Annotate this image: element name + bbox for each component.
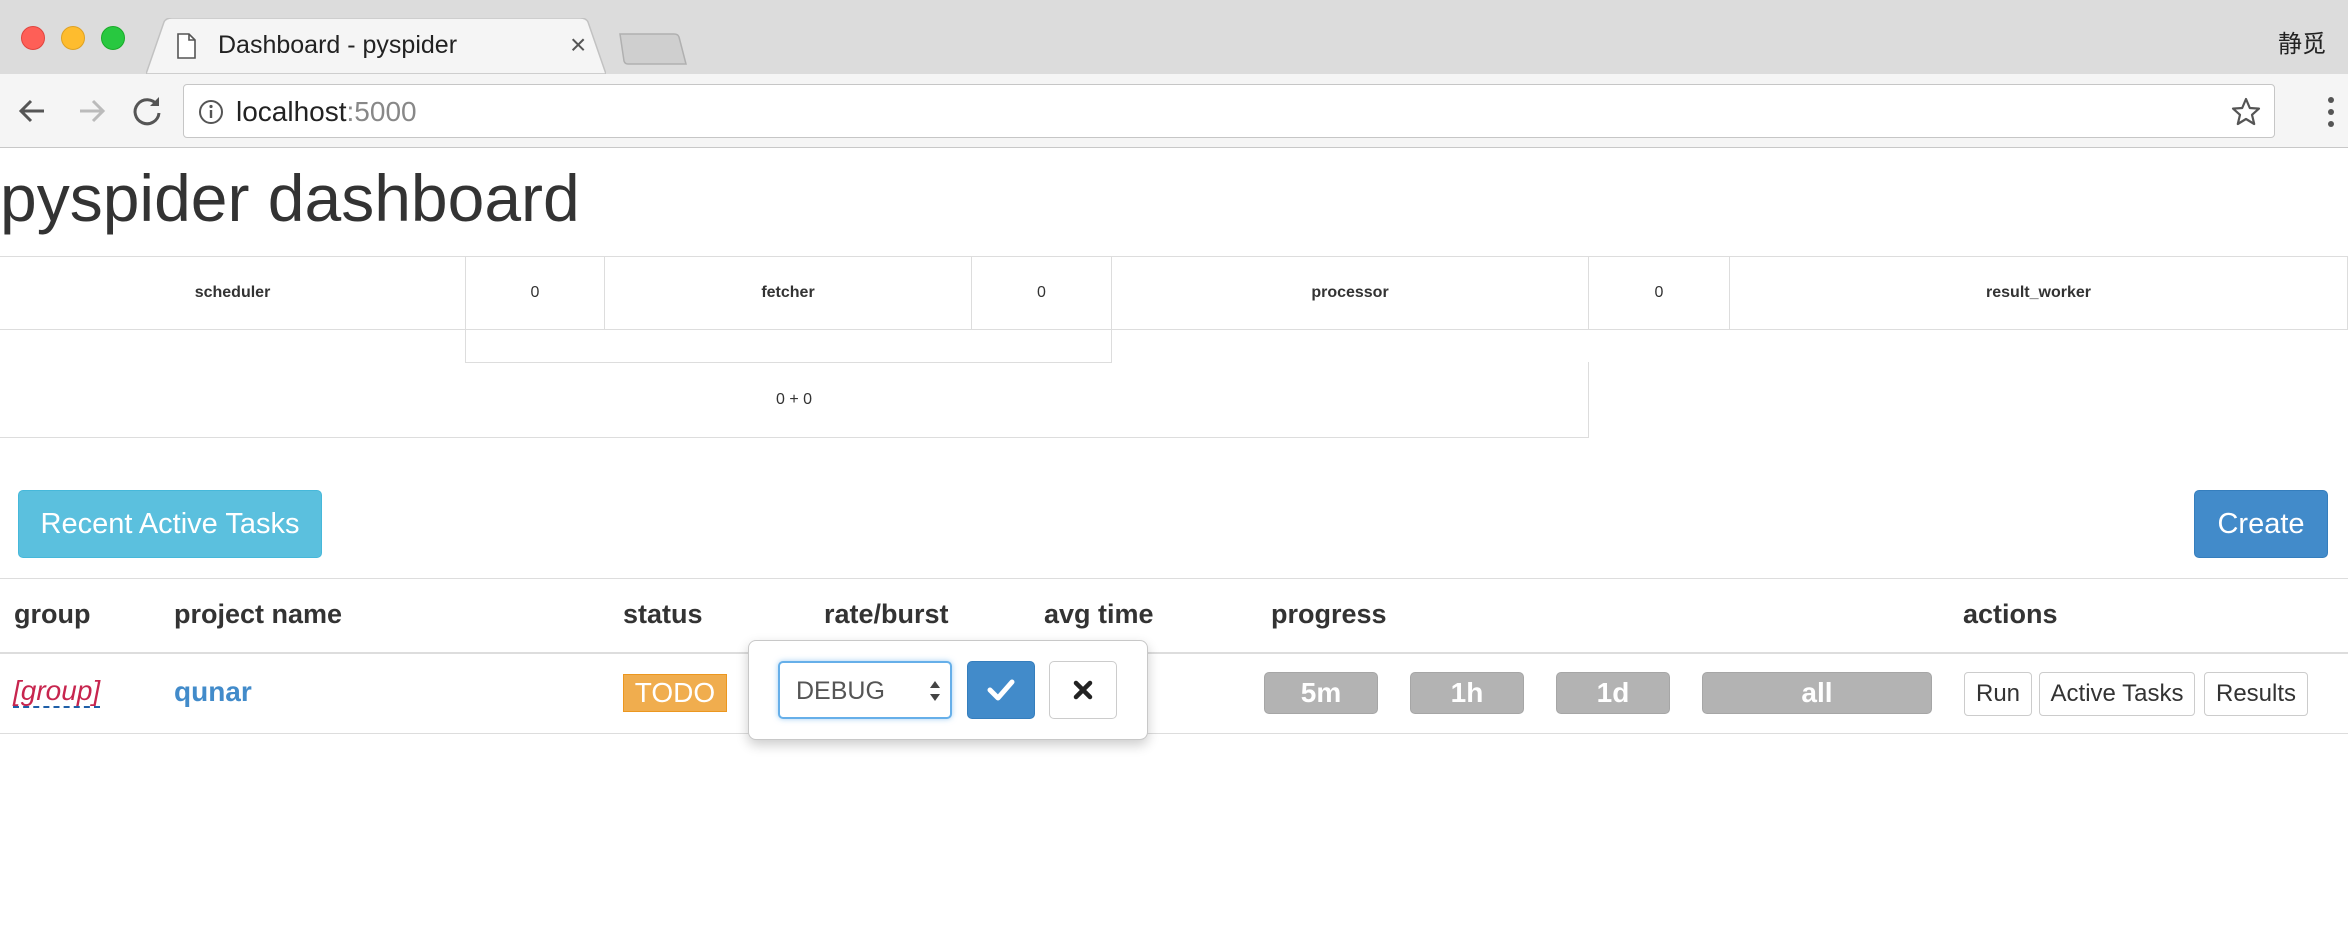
cancel-button[interactable] (1049, 661, 1117, 719)
confirm-button[interactable] (967, 661, 1035, 719)
status-select-value: DEBUG (796, 677, 885, 705)
new-tab-button[interactable] (618, 32, 688, 66)
progress-1h[interactable]: 1h (1410, 672, 1524, 714)
status-badge[interactable]: TODO (623, 674, 727, 712)
tab-title: Dashboard - pyspider (218, 31, 458, 59)
result-worker-label: result_worker (1729, 256, 2348, 330)
header-project-name: project name (174, 599, 343, 629)
processor-value: 0 (1588, 256, 1730, 330)
close-window-button[interactable] (21, 26, 45, 50)
group-editable-link[interactable]: [group] (13, 676, 101, 708)
header-avg-time: avg time (1044, 599, 1154, 629)
run-button[interactable]: Run (1964, 672, 2032, 716)
status-edit-popover: DEBUG (726, 640, 1148, 740)
close-x-icon (1073, 680, 1093, 700)
stats-summary: 0 + 0 (0, 362, 1589, 438)
profile-name[interactable]: 静觅 (2278, 24, 2326, 59)
progress-all[interactable]: all (1702, 672, 1932, 714)
browser-toolbar: localhost:5000 (0, 74, 2348, 148)
bookmark-star-icon[interactable] (2230, 96, 2262, 128)
reload-icon[interactable] (128, 92, 166, 130)
recent-active-tasks-button[interactable]: Recent Active Tasks (18, 490, 322, 558)
fetcher-value: 0 (971, 256, 1112, 330)
header-group: group (14, 599, 91, 629)
progress-1d[interactable]: 1d (1556, 672, 1670, 714)
table-row: [group] qunar TODO DEBUG 5m 1h 1d all Ru… (0, 640, 2348, 740)
scheduler-label: scheduler (0, 256, 466, 330)
header-status: status (623, 599, 703, 629)
browser-tab-active[interactable]: Dashboard - pyspider × (146, 18, 606, 74)
document-icon (177, 33, 196, 59)
scheduler-value: 0 (465, 256, 605, 330)
stats-spacer-left (0, 329, 466, 363)
url-text[interactable]: localhost:5000 (236, 96, 417, 128)
url-host: localhost (236, 96, 347, 127)
minimize-window-button[interactable] (61, 26, 85, 50)
project-name-link[interactable]: qunar (174, 676, 252, 708)
select-updown-icon (930, 681, 940, 701)
page-content: pyspider dashboard scheduler 0 fetcher 0… (0, 148, 2348, 936)
processor-label: processor (1111, 256, 1589, 330)
maximize-window-button[interactable] (101, 26, 125, 50)
active-tasks-button[interactable]: Active Tasks (2039, 672, 2195, 716)
browser-titlebar: Dashboard - pyspider × 静觅 (0, 0, 2348, 74)
results-button[interactable]: Results (2204, 672, 2308, 716)
url-port: :5000 (346, 96, 417, 127)
info-icon[interactable] (198, 99, 224, 125)
projects-table-header: group project name status rate/burst avg… (0, 578, 2348, 654)
checkmark-icon (987, 679, 1015, 701)
status-select[interactable]: DEBUG (778, 661, 952, 719)
create-button[interactable]: Create (2194, 490, 2328, 558)
back-arrow-icon[interactable] (14, 92, 52, 130)
tab-close-icon[interactable]: × (570, 30, 586, 60)
header-rate-burst: rate/burst (824, 599, 949, 629)
address-bar[interactable]: localhost:5000 (183, 84, 2275, 138)
header-actions: actions (1963, 599, 2058, 629)
browser-menu-icon[interactable] (2326, 96, 2336, 128)
forward-arrow-icon[interactable] (72, 92, 110, 130)
page-title: pyspider dashboard (0, 161, 580, 235)
stats-spacer-middle (465, 329, 1112, 363)
progress-5m[interactable]: 5m (1264, 672, 1378, 714)
header-progress: progress (1271, 599, 1387, 629)
fetcher-label: fetcher (604, 256, 972, 330)
